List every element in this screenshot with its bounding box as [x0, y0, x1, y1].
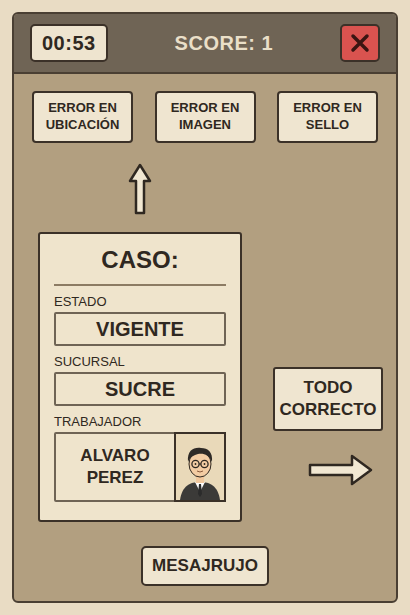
worker-name: ALVARO PEREZ: [54, 432, 176, 502]
arrow-up-icon: [128, 163, 152, 215]
close-icon: [350, 33, 370, 53]
bottom-row: MESAJRUJO: [14, 546, 396, 586]
error-button[interactable]: ERROR EN IMAGEN: [155, 91, 256, 143]
field-value: SUCRE: [54, 372, 226, 406]
case-title: CASO:: [54, 242, 226, 286]
play-area: ERROR EN UBICACIÓN ERROR EN IMAGEN ERROR E…: [14, 74, 396, 601]
case-column: CASO: ESTADO VIGENTE SUCURSAL SUCRE TRABAJADO…: [38, 163, 242, 522]
case-card[interactable]: CASO: ESTADO VIGENTE SUCURSAL SUCRE TRABAJADO…: [38, 232, 242, 522]
error-button[interactable]: ERROR EN UBICACIÓN: [32, 91, 133, 143]
case-field: SUCURSAL SUCRE: [54, 354, 226, 406]
field-label: SUCURSAL: [54, 354, 226, 370]
field-value: VIGENTE: [54, 312, 226, 346]
game-panel: 00:53SCORE: 1ERROR EN UBICACIÓNERROR EN …: [12, 12, 398, 603]
case-field: ESTADO VIGENTE: [54, 294, 226, 346]
error-buttons: ERROR EN UBICACIÓN ERROR EN IMAGEN ERROR E…: [14, 91, 396, 143]
field-label: TRABAJADOR: [54, 414, 226, 430]
bottom-button[interactable]: MESAJRUJO: [141, 546, 269, 586]
worker-field: TRABAJADOR ALVARO PEREZ: [54, 414, 226, 502]
worker-photo-icon: [176, 436, 224, 500]
worker-photo: [174, 432, 226, 502]
error-button[interactable]: ERROR EN SELLO: [277, 91, 378, 143]
field-label: ESTADO: [54, 294, 226, 310]
correct-button[interactable]: TODO CORRECTO: [273, 367, 383, 431]
worker-box: ALVARO PEREZ: [54, 432, 226, 502]
close-button[interactable]: [340, 24, 380, 62]
header-bar: 00:53 SCORE: 1: [14, 14, 396, 74]
middle-row: CASO: ESTADO VIGENTE SUCURSAL SUCRE TRABAJADO…: [14, 163, 396, 522]
action-column: TODO CORRECTO: [273, 163, 383, 522]
score: SCORE: 1: [175, 28, 273, 58]
timer: 00:53: [30, 24, 108, 62]
arrow-right-icon: [308, 453, 374, 487]
game-screen: 00:53SCORE: 1ERROR EN UBICACIÓNERROR EN …: [0, 0, 410, 615]
